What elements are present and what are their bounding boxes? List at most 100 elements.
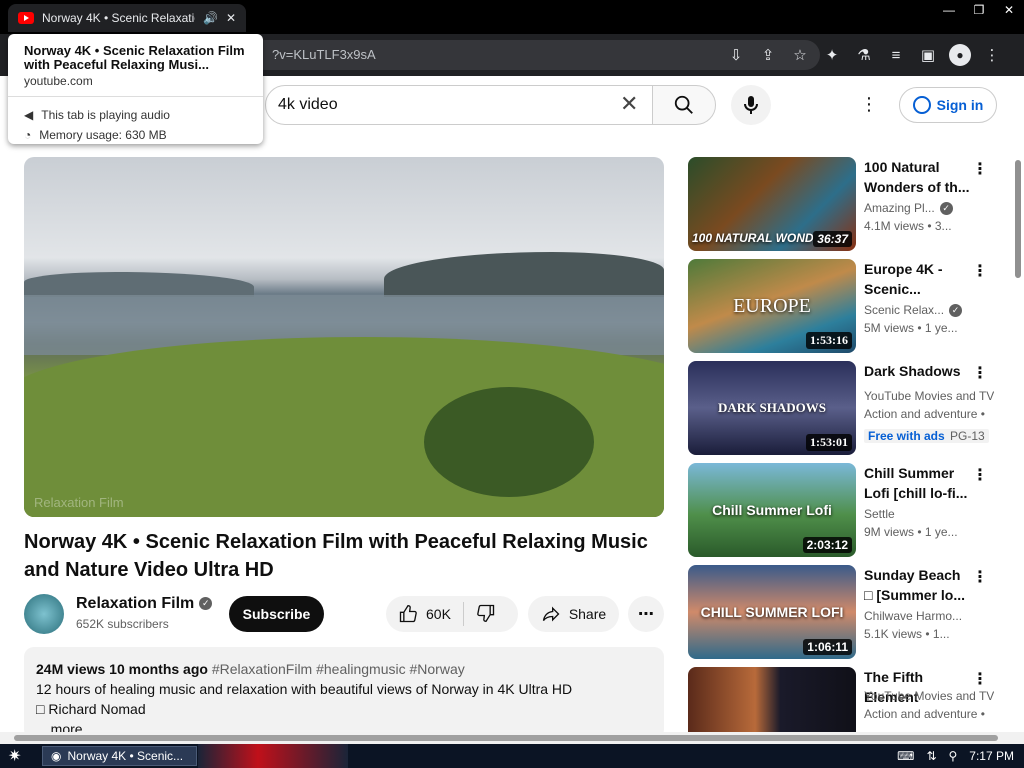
recommendation-thumbnail[interactable]: DARK SHADOWS 1:53:01 [688, 361, 856, 455]
youtube-favicon-icon [18, 12, 34, 24]
browser-app-icon: ◉ [51, 749, 62, 763]
subscriber-count: 652K subscribers [76, 617, 169, 631]
browser-menu-icon[interactable]: ⋮ [976, 42, 1008, 68]
minimize-icon[interactable]: — [934, 0, 964, 20]
recommendation-channel[interactable]: Chilwave Harmo... [864, 609, 994, 623]
recommendation-channel[interactable]: Amazing Pl... ✓ [864, 201, 994, 216]
subscribe-button[interactable]: Subscribe [229, 596, 324, 632]
recommendation-menu-icon[interactable]: ⋮ [972, 363, 988, 383]
recommendation-title[interactable]: Europe 4K - Scenic... [864, 259, 972, 299]
vertical-scroll-thumb[interactable] [1015, 160, 1021, 278]
recommendation-menu-icon[interactable]: ⋮ [972, 669, 988, 689]
more-actions-button[interactable]: ⋯ [628, 596, 664, 632]
recommendation-card[interactable]: CHILL SUMMER LOFI 1:06:11 Sunday Beach □… [688, 565, 1008, 661]
audio-playing-icon[interactable]: 🔊 [203, 11, 218, 25]
channel-name[interactable]: Relaxation Film ✓ [76, 595, 213, 613]
duration-badge: 1:06:11 [803, 639, 852, 655]
like-button[interactable]: 60K [398, 604, 451, 624]
recommendation-card[interactable]: 100 NATURAL WOND 36:37 100 Natural Wonde… [688, 157, 1008, 253]
speaker-icon: ◀ [24, 108, 34, 122]
duration-badge: 1:53:16 [806, 332, 852, 349]
search-tray-icon[interactable]: ⚲ [949, 749, 958, 763]
recommendation-meta: Action and adventure • [864, 707, 985, 721]
recommendation-card[interactable]: DARK SHADOWS 1:53:01 Dark Shadows YouTub… [688, 361, 1008, 457]
hovercard-domain: youtube.com [24, 74, 93, 88]
verified-check-icon: ✓ [939, 202, 953, 216]
recommendation-card[interactable]: EUROPE 1:53:16 Europe 4K - Scenic... Sce… [688, 259, 1008, 355]
thumbnail-text: Chill Summer Lofi [712, 502, 832, 518]
video-player[interactable]: Relaxation Film [24, 157, 664, 517]
recommendation-thumbnail[interactable]: Chill Summer Lofi 2:03:12 [688, 463, 856, 557]
window-controls: — ❐ ✕ [934, 0, 1024, 20]
recommendation-title[interactable]: Chill Summer Lofi [chill lo-fi... [864, 463, 972, 503]
profile-avatar-icon[interactable]: ● [949, 44, 971, 66]
taskbar-app-label: Norway 4K • Scenic... [67, 749, 184, 763]
recommendation-card[interactable]: The Fifth Element YouTube Movies and TV … [688, 667, 1008, 733]
labs-flask-icon[interactable]: ⚗ [848, 42, 880, 68]
description-box[interactable]: 24M views 10 months ago #RelaxationFilm … [24, 647, 664, 739]
hovercard-audio-row: ◀ This tab is playing audio [24, 105, 247, 125]
share-button[interactable]: Share [528, 596, 619, 632]
recommendation-card[interactable]: Chill Summer Lofi 2:03:12 Chill Summer L… [688, 463, 1008, 559]
network-icon[interactable]: ⇅ [926, 749, 936, 763]
search-button[interactable] [652, 85, 716, 125]
browser-tab[interactable]: Norway 4K • Scenic Relaxation 🔊 ✕ [8, 4, 246, 32]
settings-menu-icon[interactable]: ⋮ [860, 94, 878, 115]
extensions-icon[interactable]: ✦ [816, 42, 848, 68]
install-icon[interactable]: ⇩ [720, 42, 752, 68]
recommendation-thumbnail[interactable]: 100 NATURAL WOND 36:37 [688, 157, 856, 251]
memory-gauge-icon: ◔ [24, 128, 32, 142]
recommendation-channel[interactable]: YouTube Movies and TV [864, 689, 994, 703]
sign-in-button[interactable]: Sign in [899, 87, 997, 123]
vertical-scrollbar[interactable] [1014, 160, 1022, 732]
microphone-icon [744, 96, 758, 114]
view-count: 24M views [36, 661, 106, 677]
clock[interactable]: 7:17 PM [969, 749, 1014, 763]
channel-avatar[interactable] [24, 594, 64, 634]
recommendation-title[interactable]: Dark Shadows [864, 361, 972, 381]
recommendation-menu-icon[interactable]: ⋮ [972, 261, 988, 281]
recommendation-thumbnail[interactable] [688, 667, 856, 733]
channel-name-text: Relaxation Film [76, 595, 195, 612]
keyboard-icon[interactable]: ⌨ [897, 749, 914, 763]
side-panel-icon[interactable]: ▣ [912, 42, 944, 68]
hovercard-divider [8, 96, 263, 97]
dislike-button[interactable] [476, 603, 496, 626]
recommendation-channel[interactable]: Scenic Relax... ✓ [864, 303, 994, 318]
like-divider [462, 602, 464, 626]
recommendation-menu-icon[interactable]: ⋮ [972, 567, 988, 587]
recommendation-menu-icon[interactable]: ⋮ [972, 159, 988, 179]
share-page-icon[interactable]: ⇪ [752, 42, 784, 68]
recommendation-thumbnail[interactable]: CHILL SUMMER LOFI 1:06:11 [688, 565, 856, 659]
recommendation-channel[interactable]: Settle [864, 507, 994, 521]
tab-hovercard: Norway 4K • Scenic Relaxation Film with … [8, 34, 263, 144]
recommendation-thumbnail[interactable]: EUROPE 1:53:16 [688, 259, 856, 353]
system-tray: ⌨ ⇅ ⚲ 7:17 PM [897, 749, 1014, 763]
like-count: 60K [426, 606, 451, 622]
search-input[interactable]: 4k video [265, 85, 653, 125]
thumbs-up-icon [399, 604, 417, 623]
horizontal-scrollbar[interactable] [0, 732, 1024, 744]
hashtags[interactable]: #RelaxationFilm #healingmusic #Norway [212, 661, 465, 677]
start-menu-icon[interactable]: ✷ [8, 746, 21, 766]
recommendation-title[interactable]: Sunday Beach □ [Summer lo... [864, 565, 972, 605]
restore-icon[interactable]: ❐ [964, 0, 994, 20]
account-circle-icon [912, 96, 931, 114]
search-icon [674, 95, 693, 114]
browser-tabstrip: Norway 4K • Scenic Relaxation 🔊 ✕ — ❐ ✕ [0, 0, 1024, 34]
taskbar-browser-app[interactable]: ◉ Norway 4K • Scenic... [42, 746, 197, 766]
recommendation-channel-text: Scenic Relax... [864, 303, 945, 317]
taskbar-decoration [198, 744, 348, 768]
thumbs-down-icon [477, 604, 495, 622]
close-window-icon[interactable]: ✕ [994, 0, 1024, 20]
tab-close-icon[interactable]: ✕ [226, 11, 236, 25]
clear-search-icon[interactable]: ✕ [620, 91, 638, 117]
recommendation-channel[interactable]: YouTube Movies and TV [864, 389, 994, 403]
bookmark-star-icon[interactable]: ☆ [784, 42, 816, 68]
voice-search-button[interactable] [731, 85, 771, 125]
recommendation-title[interactable]: 100 Natural Wonders of th... [864, 157, 972, 197]
recommendation-menu-icon[interactable]: ⋮ [972, 465, 988, 485]
recommendation-meta: Action and adventure • [864, 407, 985, 421]
horizontal-scroll-thumb[interactable] [14, 735, 998, 741]
media-queue-icon[interactable]: ≡ [880, 42, 912, 68]
